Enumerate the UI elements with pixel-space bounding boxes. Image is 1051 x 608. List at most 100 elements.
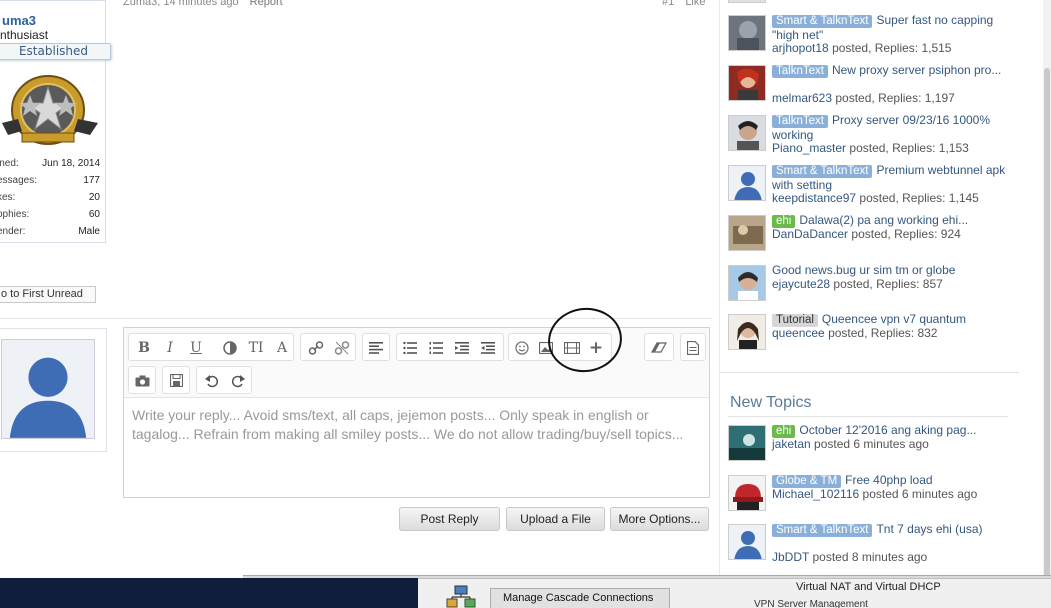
background-window: Manage Cascade Connections Virtual NAT a… <box>418 578 1051 608</box>
scrollbar-thumb[interactable] <box>1044 68 1050 578</box>
post-number: #1 Like <box>662 0 706 8</box>
toolbar-group-source <box>680 333 706 361</box>
thread-title[interactable]: Queencee vpn v7 quantum <box>822 312 966 326</box>
thread-prefix[interactable]: Smart & TalknText <box>772 524 873 537</box>
thread-avatar <box>728 265 766 301</box>
network-cascade-icon <box>446 585 476 608</box>
thread-avatar <box>728 425 766 461</box>
toolbar-group-links <box>300 333 356 361</box>
thread-avatar <box>728 165 766 201</box>
thread-title[interactable]: Tnt 7 days ehi (usa) <box>876 522 982 536</box>
post-permalink[interactable]: #1 <box>662 0 674 8</box>
link-icon[interactable] <box>305 338 327 358</box>
text-size-button[interactable]: TI <box>245 338 267 358</box>
underline-button[interactable]: U <box>185 338 207 358</box>
post-meta: Zuma3, 14 minutes ago Report <box>123 0 283 8</box>
thread-poster[interactable]: keepdistance97 <box>772 191 856 205</box>
thread-prefix[interactable]: Smart & TalknText <box>772 165 873 178</box>
sidebar-divider <box>719 372 1019 373</box>
thread-title[interactable]: Good news.bug ur sim tm or globe <box>772 263 955 277</box>
thread-title[interactable]: New proxy server psiphon pro... <box>832 63 1001 77</box>
thread-poster[interactable]: ejaycute28 <box>772 277 830 291</box>
desktop-background <box>0 578 418 608</box>
vpn-server-management-label: VPN Server Management <box>754 599 868 608</box>
save-icon[interactable] <box>165 371 187 391</box>
reply-textarea[interactable]: Write your reply... Avoid sms/text, all … <box>124 398 709 497</box>
toolbar-group-history <box>196 366 252 394</box>
thread-prefix[interactable]: TalknText <box>772 115 828 128</box>
thread-avatar <box>728 475 766 511</box>
thread-meta: posted 6 minutes ago <box>862 487 978 501</box>
more-options-button[interactable]: More Options... <box>610 507 709 531</box>
toolbar-group-format: B I U TI A <box>128 333 294 361</box>
font-button[interactable]: A <box>271 338 293 358</box>
thread-prefix[interactable]: TalknText <box>772 65 828 78</box>
unlink-icon[interactable] <box>331 338 353 358</box>
virtual-nat-label: Virtual NAT and Virtual DHCP <box>796 581 941 593</box>
thread-avatar <box>728 314 766 350</box>
indent-icon[interactable] <box>477 338 499 358</box>
thread-thumbnail <box>728 0 766 3</box>
thread-title[interactable]: October 12'2016 ang aking pag... <box>799 423 976 437</box>
manage-cascade-connections-button[interactable]: Manage Cascade Connections <box>490 588 670 608</box>
thread-meta: posted, Replies: 1,153 <box>849 141 969 155</box>
report-link[interactable]: Report <box>250 0 283 8</box>
toolbar-group-align <box>362 333 390 361</box>
username[interactable]: uma3 <box>2 13 36 28</box>
thread-poster[interactable]: DanDaDancer <box>772 227 848 241</box>
camera-icon[interactable] <box>131 371 153 391</box>
thread-avatar <box>728 65 766 101</box>
italic-button[interactable]: I <box>159 338 181 358</box>
post-time: Zuma3, 14 minutes ago <box>123 0 239 8</box>
thread-title[interactable]: Dalawa(2) pa ang working ehi... <box>799 213 968 227</box>
thread-poster[interactable]: jaketan <box>772 437 811 451</box>
toolbar-group-camera <box>128 366 156 394</box>
thread-title[interactable]: Free 40php load <box>845 473 932 487</box>
thread-avatar <box>728 15 766 51</box>
toolbar-group-lists <box>396 333 504 361</box>
page-scrollbar[interactable] <box>1043 0 1051 578</box>
thread-meta: posted 8 minutes ago <box>812 550 928 564</box>
align-icon[interactable] <box>365 338 387 358</box>
thread-avatar <box>728 524 766 560</box>
thread-poster[interactable]: queencee <box>772 326 825 340</box>
thread-prefix[interactable]: Smart & TalknText <box>772 15 873 28</box>
thread-poster[interactable]: JbDDT <box>772 550 809 564</box>
thread-meta: posted, Replies: 857 <box>833 277 943 291</box>
outdent-icon[interactable] <box>451 338 473 358</box>
smiley-icon[interactable] <box>511 338 533 358</box>
numbered-list-icon[interactable] <box>425 338 447 358</box>
thread-avatar <box>728 215 766 251</box>
thread-meta: posted, Replies: 1,515 <box>832 41 952 55</box>
forum-page: Zuma3, 14 minutes ago Report #1 Like uma… <box>0 0 1051 608</box>
toolbar-group-clear <box>644 333 674 361</box>
redo-icon[interactable] <box>227 371 249 391</box>
post-reply-button[interactable]: Post Reply <box>399 507 500 531</box>
user-title: nthusiast <box>0 28 49 42</box>
reply-avatar-box <box>0 328 107 452</box>
thread-avatar <box>728 115 766 151</box>
avatar-icon <box>1 339 95 439</box>
new-topics-heading: New Topics <box>730 394 812 411</box>
thread-meta: posted, Replies: 924 <box>851 227 961 241</box>
heading-underline <box>728 416 1008 417</box>
thread-poster[interactable]: Piano_master <box>772 141 846 155</box>
like-link[interactable]: Like <box>685 0 705 8</box>
thread-meta: posted, Replies: 832 <box>828 326 938 340</box>
bullet-list-icon[interactable] <box>399 338 421 358</box>
eraser-icon[interactable] <box>648 338 670 358</box>
upload-file-button[interactable]: Upload a File <box>506 507 605 531</box>
bold-button[interactable]: B <box>133 338 155 358</box>
undo-icon[interactable] <box>201 371 223 391</box>
toolbar-group-save <box>162 366 190 394</box>
go-to-first-unread-button[interactable]: o to First Unread <box>0 286 96 303</box>
reply-editor: B I U TI A + Write your reply... Avoid s… <box>123 327 710 498</box>
thread-poster[interactable]: arjhopot18 <box>772 41 829 55</box>
thread-poster[interactable]: Michael_102116 <box>772 487 859 501</box>
document-icon[interactable] <box>682 338 704 358</box>
thread-meta: posted, Replies: 1,197 <box>835 91 955 105</box>
thread-poster[interactable]: melmar623 <box>772 91 832 105</box>
thread-meta: posted, Replies: 1,145 <box>859 191 979 205</box>
text-color-icon[interactable] <box>219 338 241 358</box>
enthusiast-badge-icon <box>2 75 98 145</box>
